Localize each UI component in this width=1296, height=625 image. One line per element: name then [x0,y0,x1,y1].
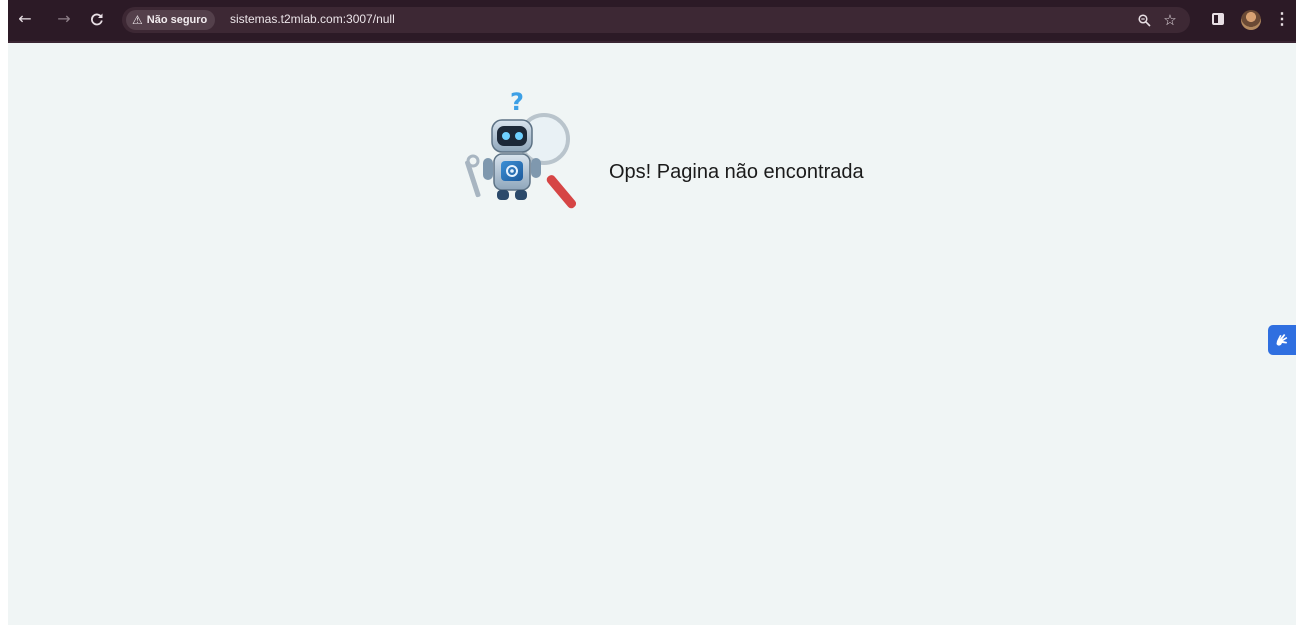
sign-language-icon [1276,334,1288,346]
reload-icon [91,13,103,26]
svg-text:?: ? [510,90,524,116]
star-icon: ☆ [1163,11,1177,29]
arrow-right-icon: → [57,9,71,28]
reload-button[interactable] [86,8,108,30]
accessibility-button[interactable] [1268,325,1296,355]
side-panel-icon[interactable] [1212,13,1224,25]
avatar[interactable] [1241,10,1261,30]
zoom-icon [1137,13,1151,27]
kebab-menu-icon[interactable]: ⋮ [1274,10,1290,30]
address-bar[interactable]: ⚠ Não seguro sistemas.t2mlab.com:3007/nu… [122,7,1190,33]
not-found-message: Ops! Pagina não encontrada [609,161,864,183]
zoom-button[interactable] [1134,10,1154,30]
robot-illustration: ? [465,90,577,209]
warning-icon: ⚠ [132,13,143,27]
page-content: ? Ops! Pagina não encontrada [8,45,1296,625]
forward-button[interactable]: → [53,8,75,30]
browser-toolbar: ← → ⚠ Não seguro sistemas.t2mlab.com:300… [8,0,1296,43]
back-button[interactable]: ← [14,8,36,30]
bookmark-button[interactable]: ☆ [1160,10,1180,30]
security-indicator[interactable]: ⚠ Não seguro [126,10,216,30]
arrow-left-icon: ← [18,9,32,28]
security-label: Não seguro [146,14,208,26]
url-text[interactable]: sistemas.t2mlab.com:3007/null [230,12,395,26]
browser-window: ← → ⚠ Não seguro sistemas.t2mlab.com:300… [8,0,1296,625]
